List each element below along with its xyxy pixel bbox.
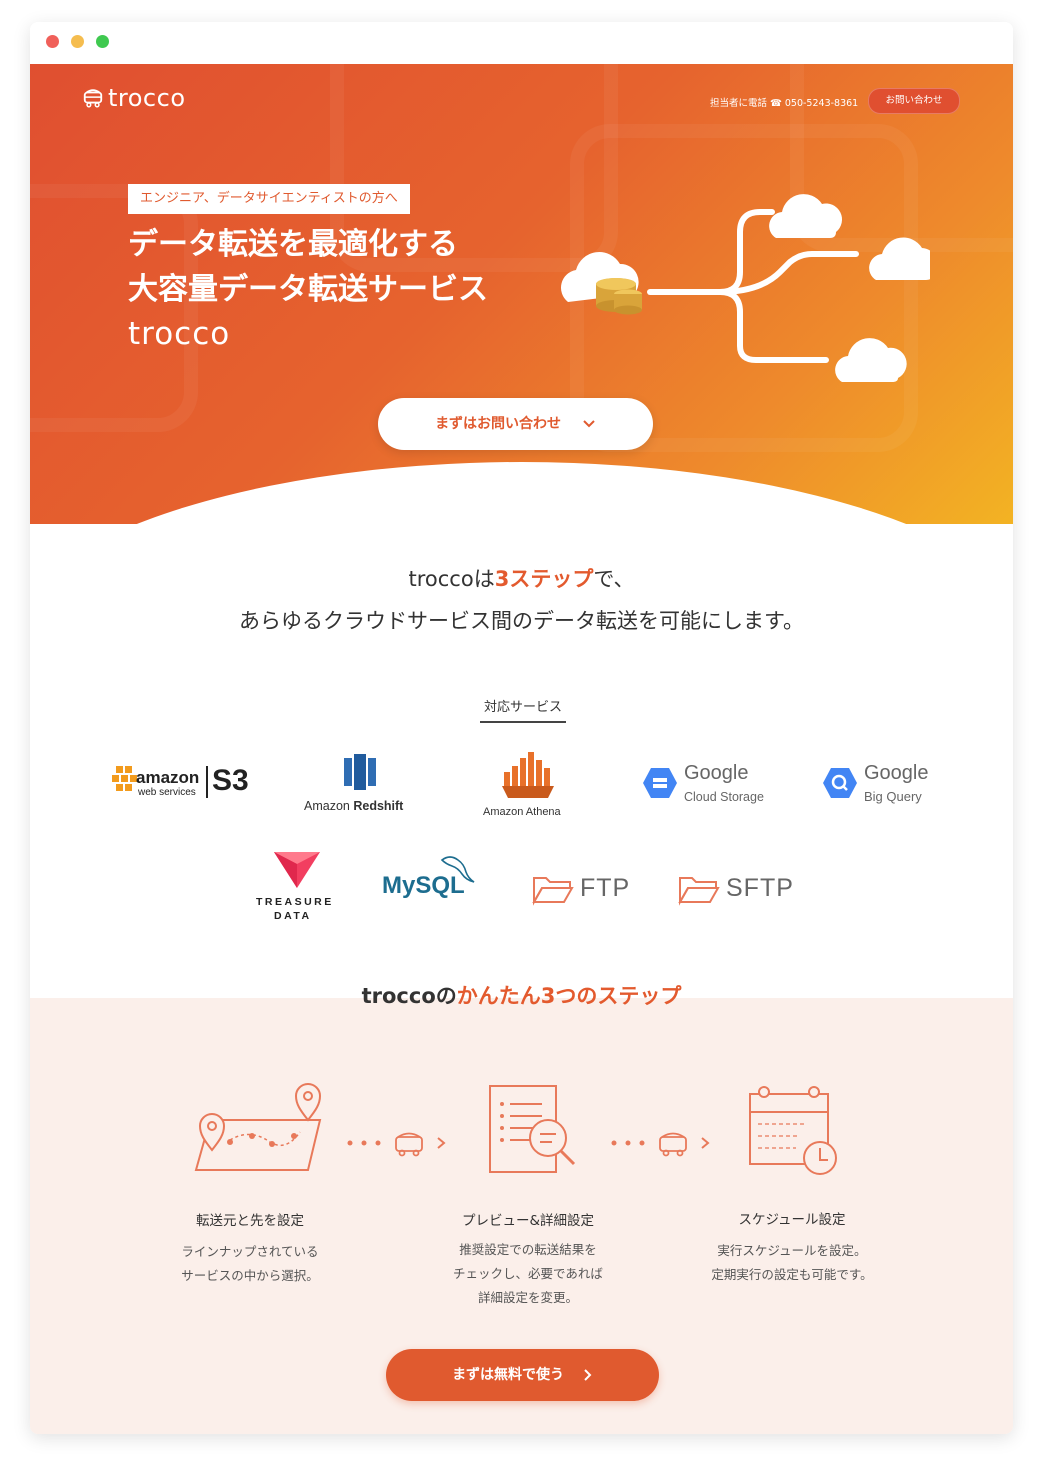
treasure-data-icon [274,852,320,888]
service-amazon-redshift: Amazon Redshift [300,752,420,816]
phone-contact[interactable]: 担当者に電話 ☎ 050-5243-8361 [710,95,858,109]
step-3-desc-line: 定期実行の設定も可能です。 [711,1267,873,1282]
athena-label: Amazon Athena [483,806,561,818]
destination-cloud-icon [769,194,843,238]
data-transfer-illustration [560,194,930,382]
logo-text: trocco [108,84,186,112]
destination-cloud-icon [835,338,907,382]
contact-button[interactable]: お問い合わせ [868,88,960,114]
services-label: 対応サービス [480,696,566,723]
free-trial-cta-button[interactable]: まずは無料で使う [386,1349,659,1401]
destination-cloud-icon [869,237,930,280]
redshift-icon [344,754,376,790]
intro-prefix: troccoは [408,567,495,591]
step-2-desc-line: 推奨設定での転送結果を [459,1242,597,1257]
step-1-desc-line: ラインナップされている [181,1244,319,1259]
sftp-label: SFTP [726,874,794,902]
service-treasure-data: TREASURE DATA [252,848,342,926]
headline-brand: trocco [128,316,231,352]
folder-icon [678,877,720,906]
chevron-right-icon [584,1369,592,1381]
calendar-clock-icon [749,1086,837,1175]
step-2-desc-line: チェックし、必要であれば [453,1266,603,1281]
database-coins-icon [596,278,642,315]
steps-title-highlight: かんたん3つのステップ [456,984,682,1008]
step-arrow-icon [347,1132,446,1157]
chevron-down-icon [583,420,595,428]
service-ftp: FTP [532,870,642,910]
site-logo[interactable]: trocco [82,84,186,112]
hero-section: trocco 担当者に電話 ☎ 050-5243-8361 お問い合わせ エンジ… [30,64,1013,524]
ftp-label: FTP [580,874,631,902]
service-sftp: SFTP [678,870,808,910]
steps-title: troccoのかんたん3つのステップ [30,980,1013,1010]
audience-tag: エンジニア、データサイエンティストの方へ [128,184,410,214]
browser-window: trocco 担当者に電話 ☎ 050-5243-8361 お問い合わせ エンジ… [30,22,1013,1434]
inquiry-cta-button[interactable]: まずはお問い合わせ [378,398,653,450]
aws-divider [206,766,208,798]
step-3-desc-line: 実行スケジュールを設定。 [717,1243,867,1258]
step-3-description: 実行スケジュールを設定。 定期実行の設定も可能です。 [672,1239,912,1287]
service-google-cloud-storage: Google Cloud Storage [642,762,782,812]
hero-bottom-curve [30,462,1013,524]
minimize-window-button[interactable] [71,35,84,48]
map-pin-icon [194,1083,322,1171]
headline-line-2: 大容量データ転送サービス [128,272,488,307]
service-google-big-query: Google Big Query [822,762,952,812]
service-amazon-athena: Amazon Athena [478,748,588,820]
headline-line-1: データ転送を最適化する [128,227,458,262]
redshift-label: Amazon Redshift [304,799,403,813]
cta-label: まずはお問い合わせ [435,416,562,432]
free-trial-cta-label: まずは無料で使う [452,1367,565,1383]
service-amazon-s3: amazon web services S3 [110,760,260,810]
gcs-google-text: Google [684,762,749,784]
mysql-label: MySQL [382,872,465,899]
window-titlebar [30,22,1013,64]
treasure-label-1: TREASURE [256,896,334,908]
intro-line-2: あらゆるクラウドサービス間のデータ転送を可能にします。 [239,609,804,633]
bq-google-text: Google [864,762,929,784]
document-search-icon [489,1085,576,1173]
treasure-label-2: DATA [274,910,312,922]
close-window-button[interactable] [46,35,59,48]
folder-icon [532,877,574,906]
maximize-window-button[interactable] [96,35,109,48]
step-1-description: ラインナップされている サービスの中から選択。 [130,1240,370,1288]
bq-label: Big Query [864,789,922,804]
gcs-label: Cloud Storage [684,790,764,804]
step-2-desc-line: 詳細設定を変更。 [477,1290,578,1305]
athena-icon [502,752,554,798]
step-2-description: 推奨設定での転送結果を チェックし、必要であれば 詳細設定を変更。 [408,1238,648,1310]
step-1-desc-line: サービスの中から選択。 [181,1268,319,1283]
step-2-title: プレビュー&詳細設定 [461,1213,595,1229]
intro-highlight: 3ステップ [494,567,594,591]
redshift-label-name: Redshift [353,799,404,813]
steps-title-prefix: troccoの [361,984,457,1008]
redshift-label-amazon: Amazon [304,799,350,813]
step-arrow-icon [611,1132,710,1157]
intro-text: troccoは3ステップで、 あらゆるクラウドサービス間のデータ転送を可能にしま… [30,558,1013,642]
cloud-storage-icon [643,768,677,798]
intro-suffix: で、 [593,567,635,591]
s3-text: S3 [212,764,249,797]
trolley-icon [83,89,103,108]
intro-line-1: troccoは3ステップで、 [30,558,1013,600]
hero-headline: データ転送を最適化する 大容量データ転送サービス trocco [128,222,488,357]
bigquery-icon [823,768,857,798]
step-1-title: 転送元と先を設定 [196,1213,304,1229]
step-3-title: スケジュール設定 [738,1212,846,1228]
aws-webservices-text: web services [138,787,196,798]
service-mysql: MySQL [382,852,482,908]
aws-amazon-text: amazon [136,768,200,787]
